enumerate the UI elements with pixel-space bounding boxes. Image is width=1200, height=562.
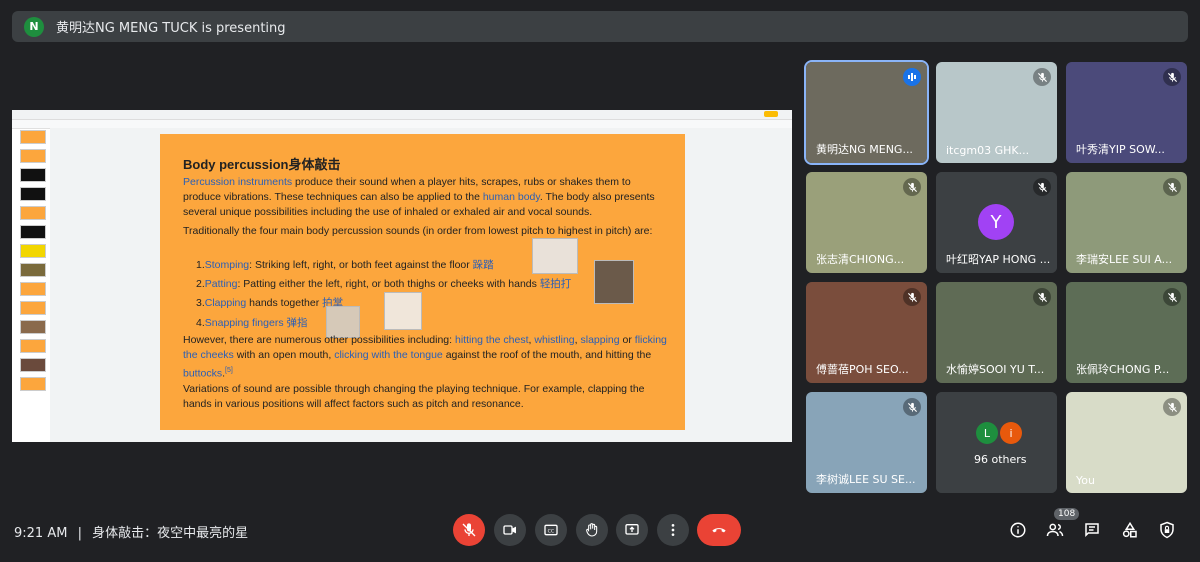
slide-paragraph-1: Percussion instruments produce their sou… (183, 176, 655, 218)
slide-paragraph-2: Traditionally the four main body percuss… (183, 225, 653, 237)
mic-muted-indicator (903, 288, 921, 306)
participant-name: 水愉婷SOOI YU T... (946, 363, 1045, 376)
bottom-bar: 9:21 AM | 身体敲击：夜空中最亮的星 CC 108 (0, 508, 1200, 562)
mic-off-icon (1037, 182, 1047, 192)
mic-toggle-button[interactable] (453, 514, 485, 546)
slide-list-item-2: 2.Patting: Patting either the left, righ… (196, 278, 572, 290)
clock-time: 9:21 AM (14, 526, 68, 541)
others-avatar: i (1000, 422, 1022, 444)
chat-icon (1085, 523, 1099, 538)
participant-name: 叶秀清YIP SOW... (1076, 143, 1165, 156)
slide-list-item-3: 3.Clapping hands together 拍掌 (196, 297, 344, 309)
hand-icon (586, 523, 598, 537)
camera-toggle-button[interactable] (494, 514, 526, 546)
slide-paragraph-3: However, there are numerous other possib… (183, 334, 667, 380)
participant-tile[interactable]: 李树诚LEE SU SE... (806, 392, 927, 493)
present-icon (625, 524, 639, 535)
mic-muted-indicator (1033, 178, 1051, 196)
shield-lock-icon (1160, 521, 1174, 539)
present-screen-button[interactable] (616, 514, 648, 546)
slide-thumbnails (16, 130, 48, 430)
participant-tile[interactable]: 李瑞安LEE SUI A... (1066, 172, 1187, 273)
mic-muted-indicator (1163, 178, 1181, 196)
participant-tile[interactable]: itcgm03 GHK... (936, 62, 1057, 163)
participant-name: 傅蔷蓓POH SEO... (816, 363, 909, 376)
slide-list-item-1: 1.Stomping: Striking left, right, or bot… (196, 259, 494, 271)
leave-call-button[interactable] (697, 514, 741, 546)
mic-off-icon (1167, 72, 1177, 82)
people-button[interactable] (1043, 518, 1067, 542)
audio-wave-icon (908, 73, 916, 81)
mic-off-icon (907, 402, 917, 412)
participant-tile[interactable]: 张志清CHIONG... (806, 172, 927, 273)
participant-tile[interactable]: Y 叶红昭YAP HONG ... (936, 172, 1057, 273)
participant-name: You (1076, 474, 1095, 487)
people-icon (1046, 523, 1064, 537)
slide-paragraph-4: Variations of sound are possible through… (183, 383, 645, 410)
raise-hand-button[interactable] (576, 514, 608, 546)
mic-off-icon (1167, 182, 1177, 192)
end-call-icon (712, 528, 726, 533)
participant-tile[interactable]: 黄明达NG MENG... (804, 60, 929, 165)
clapping-image (384, 292, 422, 330)
share-button (764, 111, 778, 117)
participant-name: 96 others (974, 453, 1027, 466)
slide-title: Body percussion身体敲击 (183, 157, 341, 172)
participant-tile[interactable]: 水愉婷SOOI YU T... (936, 282, 1057, 383)
speaking-indicator (903, 68, 921, 86)
participant-video (936, 392, 1057, 493)
mic-off-icon (907, 182, 917, 192)
camera-icon (503, 525, 516, 535)
meeting-details-button[interactable] (1006, 518, 1030, 542)
participant-name: 张佩玲CHONG P... (1076, 363, 1170, 376)
participant-name: 李瑞安LEE SUI A... (1076, 253, 1173, 266)
more-vert-icon (671, 524, 675, 536)
mic-off-icon (462, 523, 476, 537)
participant-name: 张志清CHIONG... (816, 253, 905, 266)
mic-off-icon (1167, 292, 1177, 302)
meeting-title: 身体敲击：夜空中最亮的星 (92, 526, 249, 541)
participant-name: 叶红昭YAP HONG ... (946, 253, 1051, 266)
current-slide: Body percussion身体敲击 Percussion instrumen… (160, 134, 685, 430)
stomping-image (532, 238, 578, 274)
mic-muted-indicator (1163, 398, 1181, 416)
mic-muted-indicator (903, 178, 921, 196)
mic-off-icon (1037, 292, 1047, 302)
mic-muted-indicator (1033, 68, 1051, 86)
captions-icon: CC (544, 524, 558, 536)
participant-avatar: Y (978, 204, 1014, 240)
mic-muted-indicator (1163, 288, 1181, 306)
participant-name: 黄明达NG MENG... (816, 143, 913, 156)
slide-list-item-4: 4.Snapping fingers 弹指 (196, 317, 308, 329)
participant-tile[interactable]: Li 96 others (936, 392, 1057, 493)
presenting-text: 黄明达NG MENG TUCK is presenting (56, 21, 286, 36)
others-avatar: L (976, 422, 998, 444)
svg-text:CC: CC (548, 529, 555, 535)
mic-off-icon (907, 292, 917, 302)
mic-muted-indicator (1163, 68, 1181, 86)
participant-tile[interactable]: You (1066, 392, 1187, 493)
presenter-avatar: N (24, 16, 44, 37)
mic-off-icon (1167, 402, 1177, 412)
chat-button[interactable] (1080, 518, 1104, 542)
activities-button[interactable] (1118, 518, 1142, 542)
presenting-bar: N 黄明达NG MENG TUCK is presenting (12, 11, 1188, 42)
participant-name: 李树诚LEE SU SE... (816, 473, 916, 486)
captions-button[interactable]: CC (535, 514, 567, 546)
slides-titlebar (12, 110, 792, 120)
mic-muted-indicator (1033, 288, 1051, 306)
participant-tile[interactable]: 傅蔷蓓POH SEO... (806, 282, 927, 383)
patting-image (594, 260, 634, 304)
mic-off-icon (1037, 72, 1047, 82)
host-controls-button[interactable] (1155, 518, 1179, 542)
shapes-icon (1122, 521, 1137, 538)
mic-muted-indicator (903, 398, 921, 416)
participant-tile[interactable]: 叶秀清YIP SOW... (1066, 62, 1187, 163)
participant-tile[interactable]: 张佩玲CHONG P... (1066, 282, 1187, 383)
meeting-info: 9:21 AM | 身体敲击：夜空中最亮的星 (14, 526, 249, 541)
participant-count-badge: 108 (1054, 508, 1080, 520)
info-icon (1010, 522, 1026, 538)
participant-name: itcgm03 GHK... (946, 144, 1030, 157)
more-options-button[interactable] (657, 514, 689, 546)
